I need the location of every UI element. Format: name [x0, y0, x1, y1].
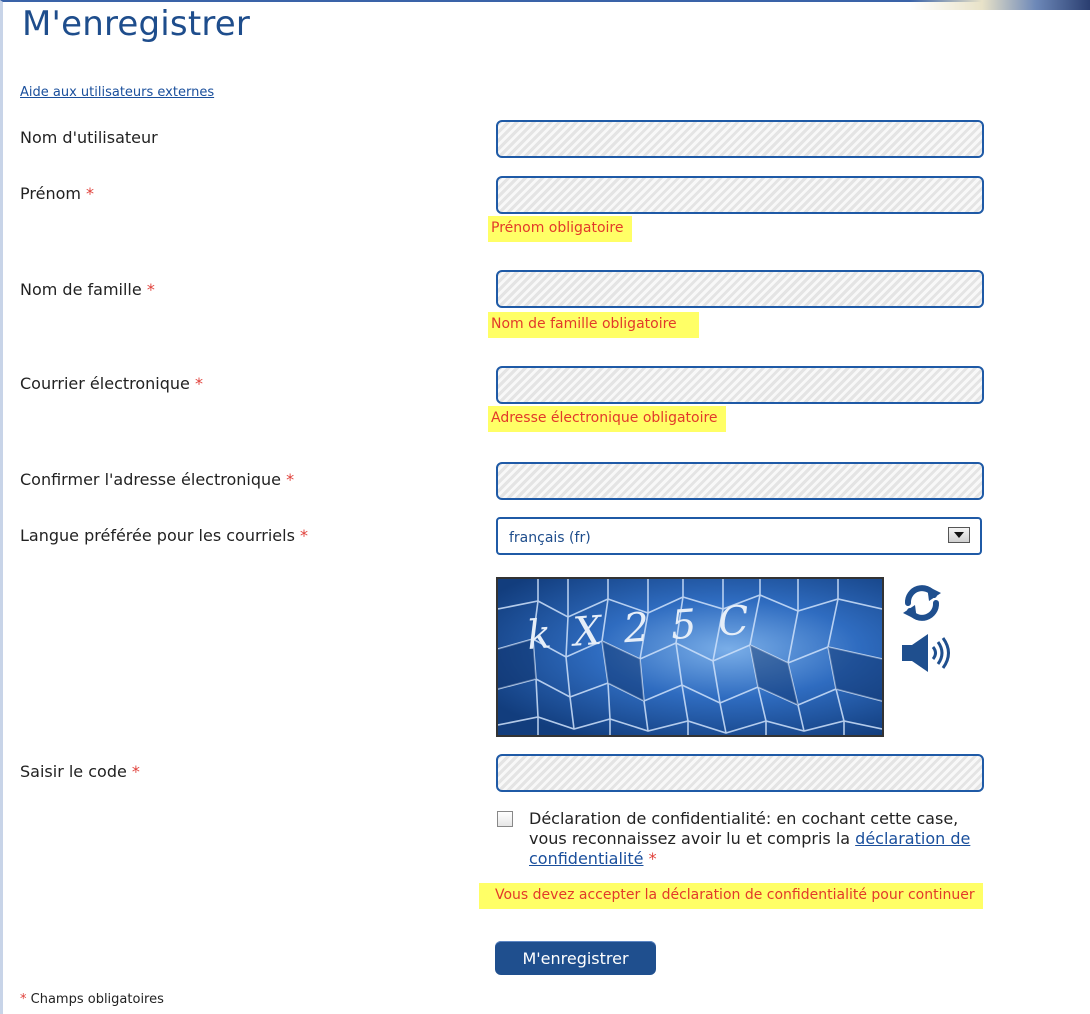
last-name-label: Nom de famille * — [20, 280, 155, 299]
privacy-checkbox[interactable] — [497, 811, 513, 827]
required-marker: * — [194, 374, 203, 393]
email-error: Adresse électronique obligatoire — [488, 406, 726, 432]
username-field[interactable] — [496, 120, 984, 158]
required-marker: * — [146, 280, 155, 299]
captcha-code-field[interactable] — [496, 754, 984, 792]
register-button[interactable]: M'enregistrer — [495, 941, 656, 975]
captcha-code-input[interactable] — [498, 756, 982, 790]
captcha-text: kX25C — [525, 596, 772, 659]
chevron-down-icon[interactable] — [948, 527, 970, 543]
last-name-field[interactable] — [496, 270, 984, 308]
first-name-label: Prénom * — [20, 184, 95, 203]
required-marker: * — [86, 184, 95, 203]
page-title: M'enregistrer — [22, 4, 251, 44]
username-input[interactable] — [498, 122, 982, 156]
speaker-icon[interactable] — [902, 633, 956, 673]
last-name-error: Nom de famille obligatoire — [488, 312, 699, 338]
email-label: Courrier électronique * — [20, 374, 203, 393]
help-link[interactable]: Aide aux utilisateurs externes — [20, 85, 214, 100]
language-label: Langue préférée pour les courriels * — [20, 526, 309, 545]
language-selected-value: français (fr) — [509, 530, 591, 546]
captcha-image: kX25C — [496, 577, 884, 737]
required-marker: * — [300, 526, 309, 545]
email-field[interactable] — [496, 366, 984, 404]
first-name-field[interactable] — [496, 176, 984, 214]
required-marker: * — [648, 849, 657, 868]
email-confirm-label: Confirmer l'adresse électronique * — [20, 470, 295, 489]
required-marker: * — [286, 470, 295, 489]
email-confirm-field[interactable] — [496, 462, 984, 500]
first-name-input[interactable] — [498, 178, 982, 212]
privacy-error: Vous devez accepter la déclaration de co… — [479, 883, 983, 909]
header-decoration — [910, 0, 1090, 10]
username-label: Nom d'utilisateur — [20, 128, 158, 147]
privacy-statement: Déclaration de confidentialité: en cocha… — [529, 809, 971, 868]
required-marker: * — [20, 992, 27, 1007]
captcha-mosaic: kX25C — [498, 579, 882, 735]
captcha-code-label: Saisir le code * — [20, 762, 140, 781]
language-select[interactable]: français (fr) — [496, 517, 982, 555]
last-name-input[interactable] — [498, 272, 982, 306]
email-confirm-input[interactable] — [498, 464, 982, 498]
required-marker: * — [131, 762, 140, 781]
first-name-error: Prénom obligatoire — [488, 216, 632, 242]
email-input[interactable] — [498, 368, 982, 402]
refresh-icon[interactable] — [900, 583, 944, 623]
required-fields-note: * Champs obligatoires — [20, 992, 164, 1007]
